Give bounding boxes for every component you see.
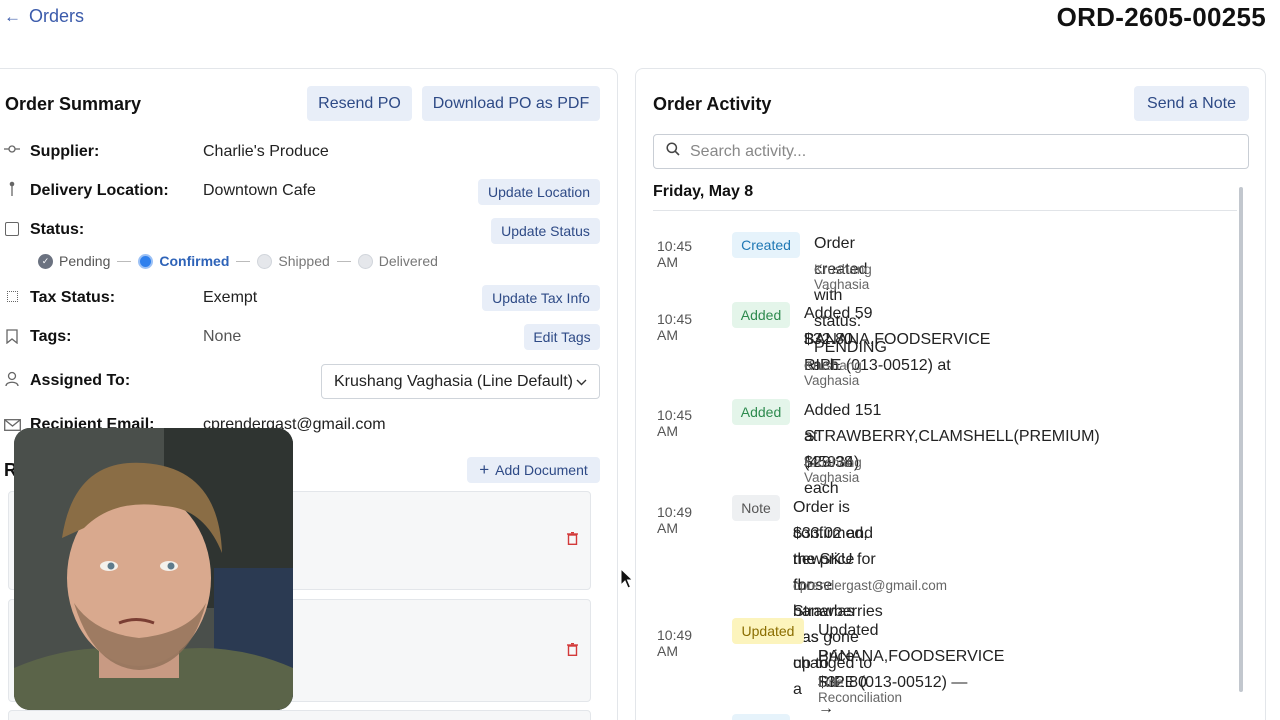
supplier-label: Supplier: bbox=[30, 143, 100, 160]
status-label: Status: bbox=[30, 221, 85, 238]
status-step-pending: ✓ Pending bbox=[38, 253, 110, 269]
commit-icon bbox=[4, 142, 20, 158]
add-document-button[interactable]: + Add Document bbox=[467, 457, 600, 483]
activity-time: 10:45 AM bbox=[657, 407, 693, 439]
activity-time: 10:49 AM bbox=[657, 504, 693, 536]
activity-author: cprendergast@gmail.com bbox=[793, 578, 948, 593]
step-label: Delivered bbox=[378, 253, 438, 269]
activity-badge-updated: Updated bbox=[732, 618, 804, 644]
activity-author: Krushang Vaghasia bbox=[814, 262, 872, 292]
edit-tags-button[interactable]: Edit Tags bbox=[524, 324, 600, 350]
order-activity-title: Order Activity bbox=[653, 94, 772, 114]
update-location-button[interactable]: Update Location bbox=[478, 179, 600, 205]
user-icon bbox=[5, 371, 19, 392]
activity-author: Krushang Vaghasia bbox=[804, 358, 862, 388]
update-tax-info-button[interactable]: Update Tax Info bbox=[482, 285, 600, 311]
status-step-delivered: Delivered bbox=[357, 253, 438, 269]
status-stepper: ✓ Pending Confirmed Shipped Delivered bbox=[38, 253, 438, 269]
arrow-left-icon: ← bbox=[4, 6, 21, 26]
download-po-pdf-button[interactable]: Download PO as PDF bbox=[422, 86, 600, 121]
active-step-dot-icon bbox=[138, 253, 154, 269]
assigned-to-value: Krushang Vaghasia (Line Default) bbox=[334, 372, 573, 390]
delivery-location-label: Delivery Location: bbox=[30, 182, 169, 199]
activity-time: 10:45 AM bbox=[657, 311, 693, 343]
date-divider bbox=[653, 210, 1237, 211]
pending-step-dot-icon bbox=[357, 253, 373, 269]
tags-label: Tags: bbox=[30, 328, 72, 345]
search-placeholder: Search activity... bbox=[690, 142, 807, 160]
activity-badge-partial bbox=[732, 714, 790, 720]
map-pin-icon bbox=[9, 181, 15, 200]
activity-author: Line Reconciliation bbox=[818, 675, 903, 705]
update-status-button[interactable]: Update Status bbox=[491, 218, 600, 244]
step-label: Shipped bbox=[278, 253, 330, 269]
plus-icon: + bbox=[479, 460, 490, 479]
back-to-orders-link[interactable]: ← Orders bbox=[4, 6, 84, 27]
activity-author: Krushang Vaghasia bbox=[804, 455, 862, 485]
status-step-confirmed: Confirmed bbox=[138, 253, 229, 269]
document-card[interactable] bbox=[8, 710, 591, 720]
activity-time: 10:45 AM bbox=[657, 238, 693, 270]
tax-icon bbox=[7, 291, 18, 302]
send-note-button[interactable]: Send a Note bbox=[1134, 86, 1249, 121]
trash-icon[interactable] bbox=[567, 531, 578, 549]
order-id-title: ORD-2605-00255 bbox=[1056, 2, 1266, 32]
step-label: Pending bbox=[59, 253, 111, 269]
chevron-down-icon bbox=[576, 373, 587, 391]
activity-badge-note: Note bbox=[732, 495, 780, 521]
pending-step-dot-icon bbox=[257, 253, 273, 269]
activity-badge-added: Added bbox=[732, 399, 790, 425]
activity-scrollbar[interactable] bbox=[1239, 187, 1243, 692]
assigned-to-select[interactable]: Krushang Vaghasia (Line Default) bbox=[321, 364, 600, 399]
activity-time: 10:49 AM bbox=[657, 627, 693, 659]
order-summary-title: Order Summary bbox=[5, 94, 142, 114]
supplier-value: Charlie's Produce bbox=[203, 143, 329, 160]
activity-search-input[interactable]: Search activity... bbox=[653, 134, 1249, 169]
activity-date-heading: Friday, May 8 bbox=[653, 183, 754, 200]
add-document-label: Add Document bbox=[495, 462, 588, 478]
tax-status-label: Tax Status: bbox=[30, 289, 116, 306]
delivery-location-value: Downtown Cafe bbox=[203, 182, 316, 199]
search-icon bbox=[666, 142, 680, 161]
step-label: Confirmed bbox=[159, 253, 230, 269]
tags-value: None bbox=[203, 328, 242, 345]
status-square-icon bbox=[5, 222, 19, 236]
activity-badge-created: Created bbox=[732, 232, 800, 258]
trash-icon[interactable] bbox=[567, 642, 578, 660]
check-icon: ✓ bbox=[38, 253, 53, 269]
back-link-label: Orders bbox=[29, 6, 85, 26]
assigned-to-label: Assigned To: bbox=[30, 372, 131, 389]
activity-badge-added: Added bbox=[732, 302, 790, 328]
resend-po-button[interactable]: Resend PO bbox=[307, 86, 412, 121]
bookmark-icon bbox=[6, 329, 18, 349]
webcam-overlay bbox=[14, 428, 293, 710]
status-step-shipped: Shipped bbox=[257, 253, 330, 269]
tax-status-value: Exempt bbox=[203, 289, 258, 306]
mouse-cursor-icon bbox=[620, 567, 634, 595]
